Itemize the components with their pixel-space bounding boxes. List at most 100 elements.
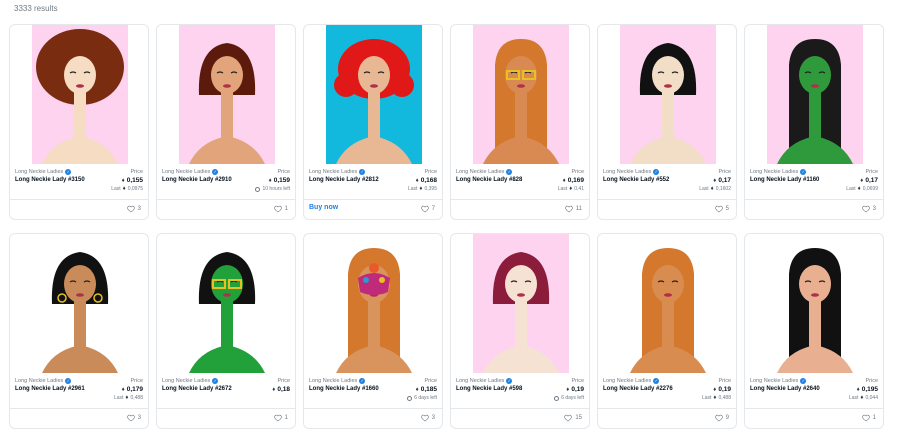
clock-icon xyxy=(554,395,560,401)
item-name[interactable]: Long Neckie Lady #2961 xyxy=(15,386,85,392)
nft-card[interactable]: Long Neckie Ladies ✓ Long Neckie Lady #1… xyxy=(744,24,884,220)
nft-image[interactable] xyxy=(620,25,716,164)
price: ♦ 0,17 xyxy=(860,177,878,184)
price-subline: 10 hours left xyxy=(255,186,290,192)
nft-image[interactable] xyxy=(767,234,863,373)
card-footer: 3 xyxy=(304,408,442,428)
item-name[interactable]: Long Neckie Lady #2276 xyxy=(603,386,673,392)
last-price: 0,395 xyxy=(424,186,437,192)
item-name[interactable]: Long Neckie Lady #2812 xyxy=(309,177,379,183)
nft-card[interactable]: Long Neckie Ladies ✓ Long Neckie Lady #2… xyxy=(156,24,296,220)
nft-image[interactable] xyxy=(326,234,422,373)
nft-card[interactable]: Long Neckie Ladies ✓ Long Neckie Lady #3… xyxy=(9,24,149,220)
price-label: Price xyxy=(865,378,878,384)
last-price: 0,488 xyxy=(718,395,731,401)
card-footer: 3 xyxy=(745,199,883,219)
price-value: 0,169 xyxy=(567,177,584,184)
nft-image[interactable] xyxy=(620,234,716,373)
buy-now-button[interactable]: Buy now xyxy=(309,204,338,211)
nft-image[interactable] xyxy=(179,25,275,164)
item-name[interactable]: Long Neckie Lady #1660 xyxy=(309,386,379,392)
collection-name[interactable]: Long Neckie Ladies ✓ xyxy=(456,378,513,384)
collection-name[interactable]: Long Neckie Ladies ✓ xyxy=(750,169,807,175)
collection-name[interactable]: Long Neckie Ladies ✓ xyxy=(162,378,219,384)
favorite-button[interactable]: 3 xyxy=(126,205,141,213)
card-info: Long Neckie Ladies ✓ Long Neckie Lady #1… xyxy=(309,378,437,402)
nft-card[interactable]: Long Neckie Ladies ✓ Long Neckie Lady #2… xyxy=(303,24,443,220)
favorite-button[interactable]: 5 xyxy=(714,205,729,213)
price-value: 0,17 xyxy=(718,177,731,184)
nft-card[interactable]: Long Neckie Ladies ✓ Long Neckie Lady #8… xyxy=(450,24,590,220)
price-subline: Last ♦ 0,1602 xyxy=(699,186,731,192)
nft-card[interactable]: Long Neckie Ladies ✓ Long Neckie Lady #5… xyxy=(450,233,590,429)
favorite-button[interactable]: 11 xyxy=(564,205,582,213)
verified-icon: ✓ xyxy=(506,169,513,175)
favorite-button[interactable]: 1 xyxy=(861,414,876,422)
collection-label: Long Neckie Ladies xyxy=(603,169,652,175)
favorite-button[interactable]: 3 xyxy=(420,414,435,422)
collection-label: Long Neckie Ladies xyxy=(750,169,799,175)
price-label: Price xyxy=(571,378,584,384)
nft-image[interactable] xyxy=(179,234,275,373)
nft-card[interactable]: Long Neckie Ladies ✓ Long Neckie Lady #5… xyxy=(597,24,737,220)
nft-image[interactable] xyxy=(32,234,128,373)
card-info: Long Neckie Ladies ✓ Long Neckie Lady #2… xyxy=(603,378,731,402)
item-name[interactable]: Long Neckie Lady #1160 xyxy=(750,177,819,183)
nft-card[interactable]: Long Neckie Ladies ✓ Long Neckie Lady #2… xyxy=(744,233,884,429)
favorite-button[interactable]: 3 xyxy=(126,414,141,422)
eth-icon: ♦ xyxy=(713,386,717,393)
collection-name[interactable]: Long Neckie Ladies ✓ xyxy=(309,378,366,384)
nft-card[interactable]: Long Neckie Ladies ✓ Long Neckie Lady #1… xyxy=(303,233,443,429)
favorite-button[interactable]: 1 xyxy=(273,414,288,422)
collection-name[interactable]: Long Neckie Ladies ✓ xyxy=(309,169,366,175)
price-value: 0,19 xyxy=(571,386,584,393)
heart-icon xyxy=(273,414,282,422)
item-name[interactable]: Long Neckie Lady #2910 xyxy=(162,177,232,183)
collection-name[interactable]: Long Neckie Ladies ✓ xyxy=(15,169,72,175)
price: ♦ 0,185 xyxy=(416,386,437,393)
collection-name[interactable]: Long Neckie Ladies ✓ xyxy=(603,378,660,384)
card-footer: 11 xyxy=(451,199,589,219)
nft-image[interactable] xyxy=(326,25,422,164)
nft-card[interactable]: Long Neckie Ladies ✓ Long Neckie Lady #2… xyxy=(597,233,737,429)
price-label: Price xyxy=(130,378,143,384)
heart-icon xyxy=(564,205,573,213)
eth-icon: ♦ xyxy=(860,177,864,184)
nft-image[interactable] xyxy=(32,25,128,164)
collection-name[interactable]: Long Neckie Ladies ✓ xyxy=(456,169,513,175)
favorite-button[interactable]: 1 xyxy=(273,205,288,213)
collection-label: Long Neckie Ladies xyxy=(309,169,358,175)
collection-name[interactable]: Long Neckie Ladies ✓ xyxy=(162,169,219,175)
eth-icon: ♦ xyxy=(419,186,423,192)
item-name[interactable]: Long Neckie Lady #3150 xyxy=(15,177,85,183)
nft-card[interactable]: Long Neckie Ladies ✓ Long Neckie Lady #2… xyxy=(156,233,296,429)
nft-card[interactable]: Long Neckie Ladies ✓ Long Neckie Lady #2… xyxy=(9,233,149,429)
last-label: Last xyxy=(699,186,709,192)
like-count: 3 xyxy=(137,206,141,212)
portrait-art xyxy=(473,234,569,373)
item-name[interactable]: Long Neckie Lady #828 xyxy=(456,177,522,183)
item-name[interactable]: Long Neckie Lady #2672 xyxy=(162,386,232,392)
collection-label: Long Neckie Ladies xyxy=(15,378,64,384)
collection-name[interactable]: Long Neckie Ladies ✓ xyxy=(15,378,72,384)
favorite-button[interactable]: 3 xyxy=(861,205,876,213)
favorite-button[interactable]: 7 xyxy=(420,205,435,213)
price-label: Price xyxy=(130,169,143,175)
price: ♦ 0,159 xyxy=(269,177,290,184)
nft-image[interactable] xyxy=(767,25,863,164)
nft-image[interactable] xyxy=(473,25,569,164)
item-name[interactable]: Long Neckie Lady #598 xyxy=(456,386,522,392)
item-name[interactable]: Long Neckie Lady #2640 xyxy=(750,386,820,392)
collection-name[interactable]: Long Neckie Ladies ✓ xyxy=(603,169,660,175)
collection-label: Long Neckie Ladies xyxy=(162,169,211,175)
like-count: 9 xyxy=(725,415,729,421)
like-count: 3 xyxy=(872,206,876,212)
favorite-button[interactable]: 9 xyxy=(714,414,729,422)
price: ♦ 0,155 xyxy=(122,177,143,184)
favorite-button[interactable]: 15 xyxy=(564,414,582,422)
item-name[interactable]: Long Neckie Lady #552 xyxy=(603,177,669,183)
nft-image[interactable] xyxy=(473,234,569,373)
collection-name[interactable]: Long Neckie Ladies ✓ xyxy=(750,378,807,384)
price: ♦ 0,195 xyxy=(857,386,878,393)
heart-icon xyxy=(420,414,429,422)
